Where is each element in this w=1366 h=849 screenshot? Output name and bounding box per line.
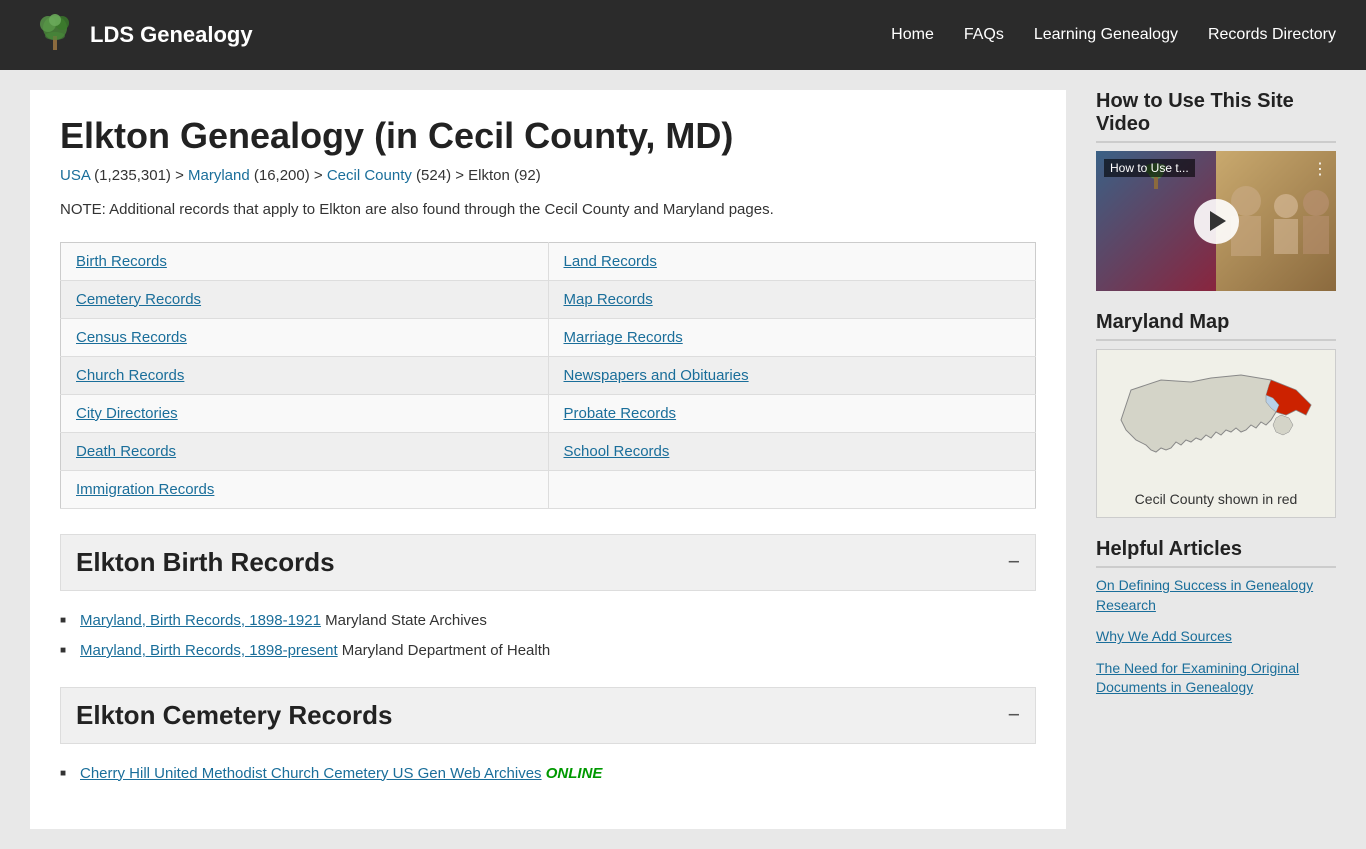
- articles-section-title: Helpful Articles: [1096, 538, 1336, 568]
- records-tbody: Birth Records Land Records Cemetery Record…: [61, 242, 1036, 508]
- articles-section: Helpful Articles On Defining Success in …: [1096, 538, 1336, 698]
- record-link[interactable]: Map Records: [564, 291, 653, 308]
- birth-records-title: Elkton Birth Records: [76, 547, 335, 578]
- sidebar: How to Use This Site Video: [1096, 90, 1336, 829]
- cemetery-records-content: Cherry Hill United Methodist Church Ceme…: [60, 754, 1036, 805]
- maryland-map-svg: [1111, 360, 1321, 480]
- logo-text[interactable]: LDS Genealogy: [90, 22, 253, 48]
- table-row: Immigration Records: [61, 470, 1036, 508]
- birth-records-section-header: Elkton Birth Records −: [60, 534, 1036, 591]
- birth-records-content: Maryland, Birth Records, 1898-1921 Maryl…: [60, 601, 1036, 682]
- page-title: Elkton Genealogy (in Cecil County, MD): [60, 115, 1036, 157]
- video-thumbnail[interactable]: How to Use t... ⋮: [1096, 151, 1336, 291]
- cemetery-records-section-header: Elkton Cemetery Records −: [60, 687, 1036, 744]
- video-label: How to Use t...: [1104, 159, 1195, 177]
- birth-record-link-1[interactable]: Maryland, Birth Records, 1898-1921: [80, 612, 321, 629]
- breadcrumb-usa[interactable]: USA: [60, 167, 90, 184]
- video-section-title: How to Use This Site Video: [1096, 90, 1336, 143]
- nav-records[interactable]: Records Directory: [1208, 26, 1336, 44]
- cemetery-records-title: Elkton Cemetery Records: [76, 700, 392, 731]
- article-link-1[interactable]: On Defining Success in Genealogy Researc…: [1096, 576, 1336, 615]
- breadcrumb: USA (1,235,301) > Maryland (16,200) > Ce…: [60, 167, 1036, 184]
- map-section-title: Maryland Map: [1096, 311, 1336, 341]
- table-row: Church Records Newspapers and Obituaries: [61, 356, 1036, 394]
- table-row: Birth Records Land Records: [61, 242, 1036, 280]
- article-link-2[interactable]: Why We Add Sources: [1096, 627, 1336, 647]
- logo-icon: [30, 10, 80, 60]
- play-button[interactable]: [1194, 199, 1239, 244]
- table-row: Census Records Marriage Records: [61, 318, 1036, 356]
- records-table: Birth Records Land Records Cemetery Record…: [60, 242, 1036, 509]
- record-link[interactable]: Marriage Records: [564, 329, 683, 346]
- nav-faqs[interactable]: FAQs: [964, 26, 1004, 44]
- table-row: City Directories Probate Records: [61, 394, 1036, 432]
- record-link[interactable]: Death Records: [76, 443, 176, 460]
- list-item: Cherry Hill United Methodist Church Ceme…: [60, 759, 1036, 790]
- main-nav: Home FAQs Learning Genealogy Records Dir…: [891, 26, 1336, 44]
- map-section: Maryland Map Cecil County shown in red: [1096, 311, 1336, 518]
- table-row: Death Records School Records: [61, 432, 1036, 470]
- birth-record-link-2[interactable]: Maryland, Birth Records, 1898-present: [80, 642, 338, 659]
- note-text: NOTE: Additional records that apply to E…: [60, 199, 1036, 222]
- record-link[interactable]: Probate Records: [564, 405, 677, 422]
- main-content: Elkton Genealogy (in Cecil County, MD) U…: [30, 90, 1066, 829]
- site-header: LDS Genealogy Home FAQs Learning Genealo…: [0, 0, 1366, 70]
- cemetery-record-link-1[interactable]: Cherry Hill United Methodist Church Ceme…: [80, 765, 542, 782]
- birth-records-collapse-btn[interactable]: −: [1007, 549, 1020, 575]
- nav-home[interactable]: Home: [891, 26, 934, 44]
- online-badge: ONLINE: [546, 765, 603, 782]
- record-link[interactable]: Church Records: [76, 367, 184, 384]
- article-link-3[interactable]: The Need for Examining Original Document…: [1096, 659, 1336, 698]
- logo-area: LDS Genealogy: [30, 10, 253, 60]
- video-menu-dots[interactable]: ⋮: [1312, 159, 1328, 179]
- breadcrumb-county[interactable]: Cecil County: [327, 167, 412, 184]
- record-link[interactable]: School Records: [564, 443, 670, 460]
- record-link[interactable]: Census Records: [76, 329, 187, 346]
- record-link[interactable]: Newspapers and Obituaries: [564, 367, 749, 384]
- record-link[interactable]: City Directories: [76, 405, 178, 422]
- record-link[interactable]: Immigration Records: [76, 481, 214, 498]
- breadcrumb-maryland[interactable]: Maryland: [188, 167, 250, 184]
- play-triangle-icon: [1210, 211, 1226, 231]
- video-section: How to Use This Site Video: [1096, 90, 1336, 291]
- list-item: Maryland, Birth Records, 1898-present Ma…: [60, 636, 1036, 667]
- record-link[interactable]: Birth Records: [76, 253, 167, 270]
- record-link[interactable]: Cemetery Records: [76, 291, 201, 308]
- cemetery-records-collapse-btn[interactable]: −: [1007, 702, 1020, 728]
- nav-learning[interactable]: Learning Genealogy: [1034, 26, 1178, 44]
- table-row: Cemetery Records Map Records: [61, 280, 1036, 318]
- record-link[interactable]: Land Records: [564, 253, 657, 270]
- map-caption: Cecil County shown in red: [1107, 491, 1325, 507]
- map-container[interactable]: Cecil County shown in red: [1096, 349, 1336, 518]
- content-wrapper: Elkton Genealogy (in Cecil County, MD) U…: [0, 70, 1366, 849]
- list-item: Maryland, Birth Records, 1898-1921 Maryl…: [60, 606, 1036, 637]
